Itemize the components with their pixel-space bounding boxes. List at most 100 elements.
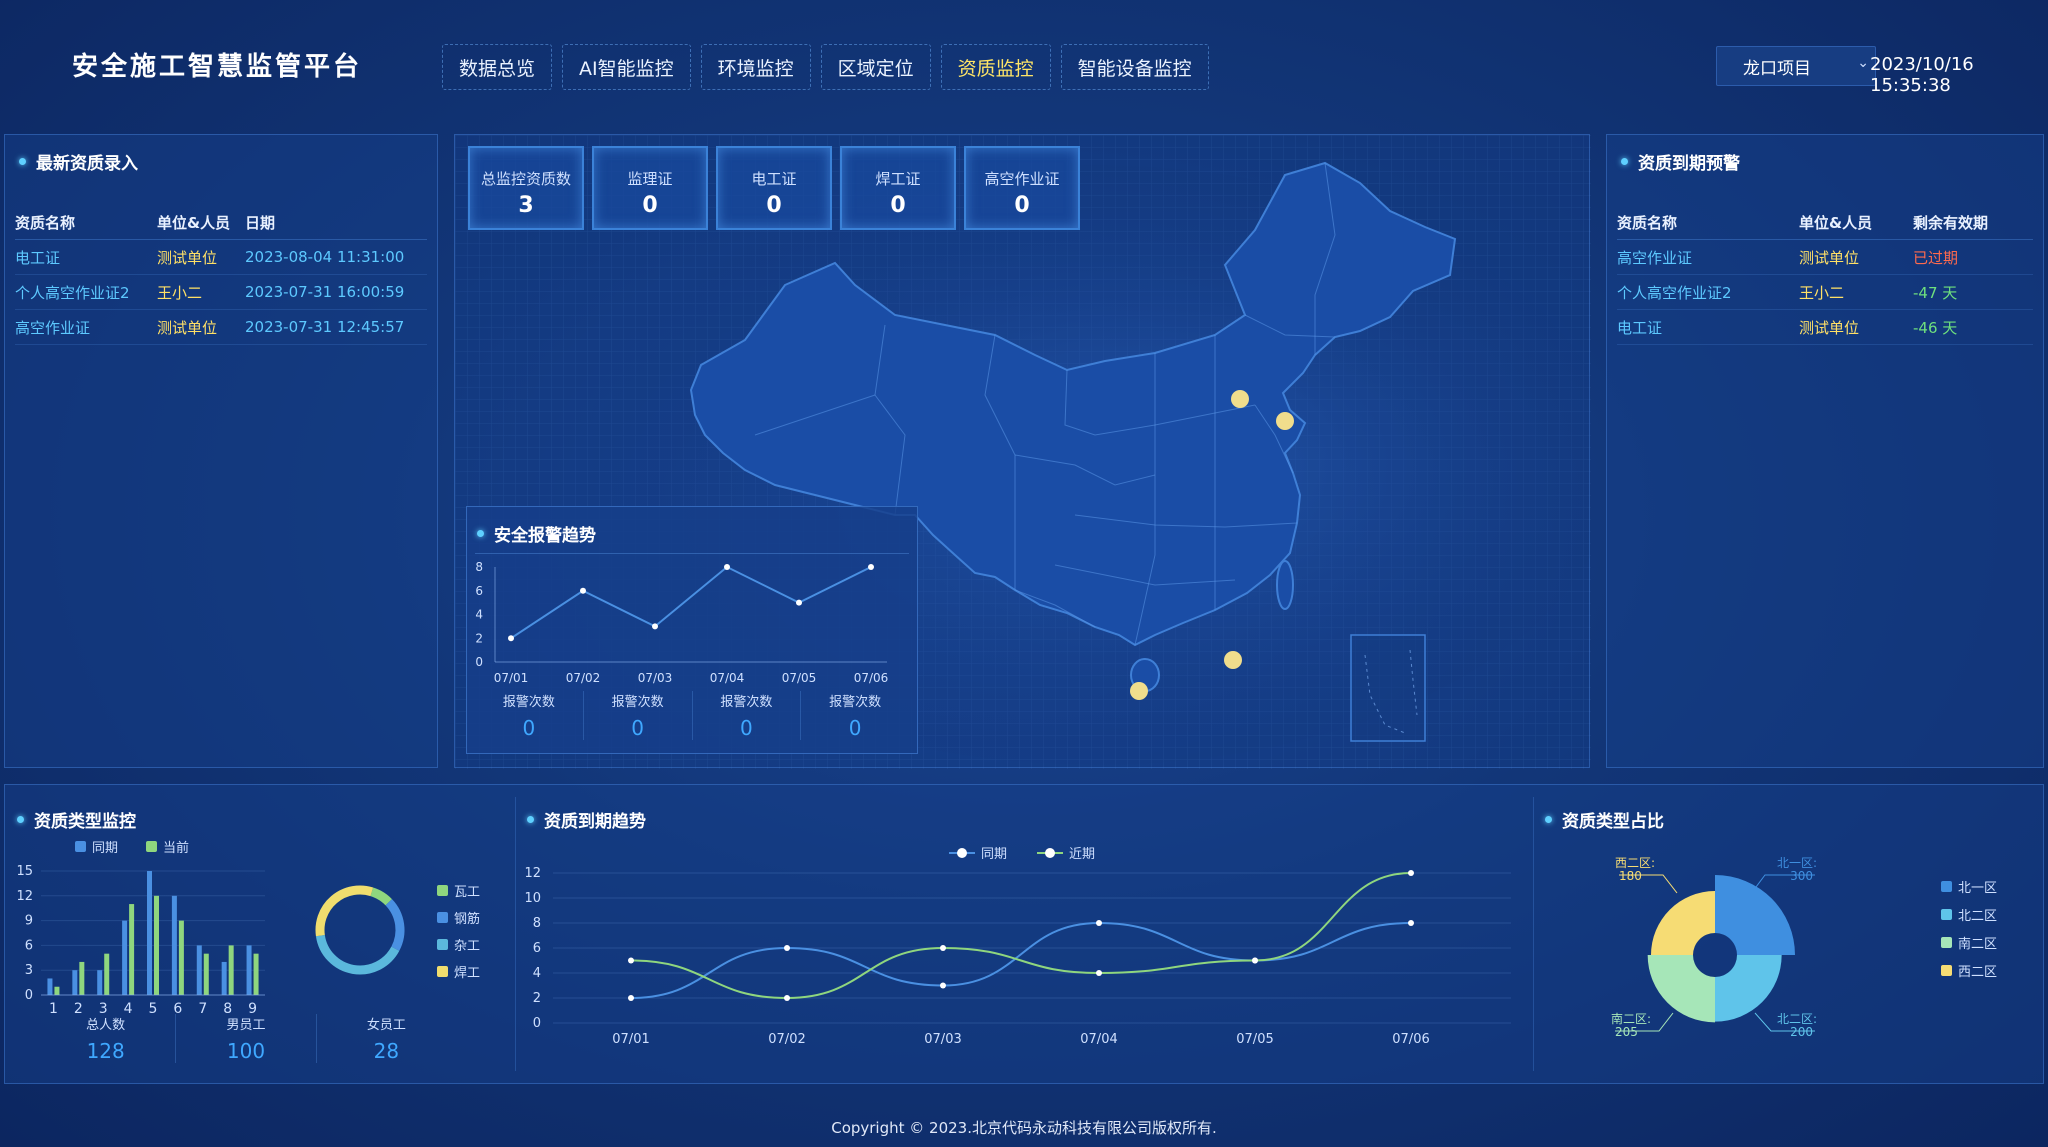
panel-title: 最新资质录入 — [19, 149, 138, 174]
tab-qualification-monitor[interactable]: 资质监控 — [940, 44, 1051, 90]
legend-item[interactable]: 杂工 — [437, 935, 480, 954]
location-marker[interactable] — [1231, 390, 1249, 408]
y-tick-label: 8 — [475, 560, 483, 574]
y-tick-label: 0 — [475, 655, 483, 669]
stat-card-total[interactable]: 总监控资质数 3 — [468, 146, 584, 230]
type-bar-chart: 036912151 2 3 4 5 6 7 8 9 — [16, 864, 265, 1017]
donut-slice — [370, 887, 393, 906]
panel-title: 安全报警趋势 — [477, 521, 596, 546]
table-row[interactable]: 个人高空作业证2 王小二 -47 天 — [1617, 275, 2033, 310]
bar-legend: 同期 当前 — [75, 837, 189, 856]
legend-item[interactable]: 当前 — [146, 837, 189, 856]
cell-name: 电工证 — [1617, 318, 1663, 337]
stat-card-supervisor[interactable]: 监理证 0 — [592, 146, 708, 230]
table-header: 资质名称 单位&人员 剩余有效期 — [1617, 205, 2033, 240]
x-tick-label: 07/05 — [1236, 1032, 1273, 1047]
col-header-remaining: 剩余有效期 — [1913, 213, 1989, 232]
legend-item[interactable]: 西二区 — [1941, 961, 1997, 980]
type-donut-chart — [315, 885, 405, 975]
tab-data-overview[interactable]: 数据总览 — [442, 44, 553, 90]
bar — [129, 904, 135, 995]
legend-item[interactable]: 北一区 — [1941, 877, 1997, 896]
divider — [515, 797, 516, 1071]
alarm-count-cell: 报警次数 0 — [584, 691, 693, 740]
data-point — [1096, 920, 1102, 926]
data-point — [652, 623, 658, 630]
legend-item[interactable]: 北二区 — [1941, 905, 1997, 924]
location-marker[interactable] — [1130, 682, 1148, 700]
tab-environment[interactable]: 环境监控 — [700, 44, 811, 90]
stat-label: 焊工证 — [875, 170, 921, 188]
table-row[interactable]: 高空作业证 测试单位 2023-07-31 12:45:57 — [15, 310, 427, 345]
y-tick-label: 3 — [25, 963, 33, 978]
legend-item[interactable]: 南二区 — [1941, 933, 1997, 952]
stat-label: 总监控资质数 — [480, 170, 571, 188]
y-tick-label: 4 — [475, 608, 483, 622]
y-tick-label: 6 — [25, 938, 33, 953]
x-tick-label: 07/03 — [638, 671, 673, 685]
location-marker[interactable] — [1224, 651, 1242, 669]
legend-item[interactable]: 近期 — [1037, 843, 1095, 862]
tab-area-location[interactable]: 区域定位 — [820, 44, 931, 90]
tab-ai-monitor[interactable]: AI智能监控 — [562, 44, 691, 90]
y-tick-label: 12 — [524, 866, 541, 881]
col-header-date: 日期 — [245, 213, 276, 232]
bar — [154, 895, 159, 995]
panel-title: 资质到期预警 — [1621, 149, 1740, 174]
tab-smart-device[interactable]: 智能设备监控 — [1060, 44, 1209, 90]
stat-card-high-altitude[interactable]: 高空作业证 0 — [964, 146, 1080, 230]
x-tick-label: 07/02 — [566, 671, 601, 685]
table-row[interactable]: 高空作业证 测试单位 已过期 — [1617, 240, 2033, 275]
col-header-name: 资质名称 — [1617, 213, 1678, 232]
legend-item[interactable]: 钢筋 — [437, 908, 480, 927]
cell-remaining: 已过期 — [1913, 248, 1959, 267]
donut-legend: 瓦工 钢筋 杂工 焊工 — [437, 881, 480, 981]
stat-label: 电工证 — [751, 170, 797, 188]
y-tick-label: 6 — [475, 584, 483, 598]
rose-slice — [1715, 955, 1782, 1022]
location-marker[interactable] — [1276, 412, 1294, 430]
expiry-line-chart: 0 2 4 6 8 10 12 07/01 07/02 07/03 07/04 07/05 07/06 — [524, 866, 1511, 1047]
panel-title: 资质类型监控 — [17, 807, 136, 832]
slice-label: 南二区: — [1611, 1011, 1651, 1026]
y-tick-label: 0 — [533, 1016, 541, 1031]
data-point — [724, 564, 730, 570]
col-header-unit: 单位&人员 — [157, 213, 231, 232]
cell-unit: 测试单位 — [157, 318, 218, 337]
bar — [221, 961, 227, 995]
bar — [253, 953, 259, 995]
data-point — [628, 957, 634, 964]
table-header: 资质名称 单位&人员 日期 — [15, 205, 427, 240]
stat-card-electrician[interactable]: 电工证 0 — [716, 146, 832, 230]
expiry-warning-panel: 资质到期预警 资质名称 单位&人员 剩余有效期 高空作业证 测试单位 已过期 个… — [1606, 134, 2044, 768]
x-tick-label: 07/02 — [768, 1032, 805, 1047]
cell-unit: 测试单位 — [1799, 318, 1860, 337]
x-tick-label: 07/04 — [1080, 1032, 1117, 1047]
project-select[interactable]: 龙口项目 ⌄ — [1716, 46, 1876, 86]
bar — [171, 895, 177, 995]
donut-slice — [385, 899, 405, 951]
stat-label: 高空作业证 — [984, 170, 1060, 188]
table-row[interactable]: 电工证 测试单位 2023-08-04 11:31:00 — [15, 240, 427, 275]
stat-value: 0 — [766, 193, 782, 218]
bar — [47, 978, 53, 995]
bullet-icon — [19, 158, 26, 165]
bullet-icon — [477, 530, 484, 537]
legend-item[interactable]: 瓦工 — [437, 881, 480, 900]
header: 安全施工智慧监管平台 数据总览 AI智能监控 环境监控 区域定位 资质监控 智能… — [0, 0, 2048, 130]
stat-value: 0 — [642, 193, 658, 218]
table-row[interactable]: 电工证 测试单位 -46 天 — [1617, 310, 2033, 345]
x-tick-label: 07/01 — [494, 671, 529, 685]
bullet-icon — [1545, 816, 1552, 823]
stat-card-welder[interactable]: 焊工证 0 — [840, 146, 956, 230]
project-select-value: 龙口项目 — [1743, 58, 1811, 79]
legend-item[interactable]: 同期 — [949, 843, 1007, 862]
stat-value: 0 — [1014, 193, 1030, 218]
legend-item[interactable]: 同期 — [75, 837, 118, 856]
slice-label: 西二区: — [1615, 856, 1655, 870]
cell-name: 个人高空作业证2 — [1617, 283, 1732, 302]
donut-slice — [315, 934, 400, 975]
legend-item[interactable]: 焊工 — [437, 962, 480, 981]
data-point — [1408, 870, 1414, 876]
table-row[interactable]: 个人高空作业证2 王小二 2023-07-31 16:00:59 — [15, 275, 427, 310]
